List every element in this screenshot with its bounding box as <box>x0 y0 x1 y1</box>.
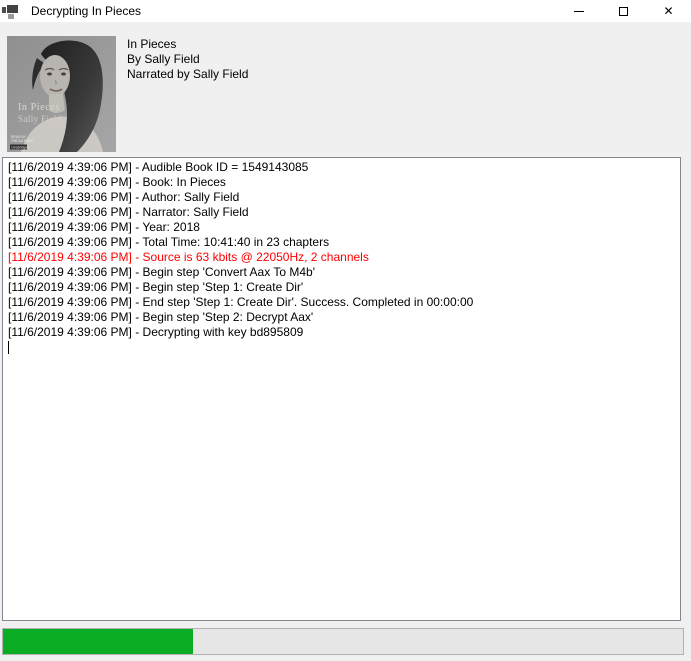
book-author: By Sally Field <box>127 52 248 67</box>
log-line: [11/6/2019 4:39:06 PM] - Narrator: Sally… <box>8 205 676 220</box>
app-icon-square-gray <box>8 14 14 19</box>
cover-badge-line2: THE AUTHOR <box>11 139 33 143</box>
progress-bar-fill <box>3 629 193 654</box>
maximize-icon <box>619 7 628 16</box>
close-button[interactable]: ✕ <box>646 0 691 22</box>
app-icon-square-small <box>2 7 6 13</box>
cover-badge-line3: Unabridged <box>12 146 30 150</box>
log-line: [11/6/2019 4:39:06 PM] - Book: In Pieces <box>8 175 676 190</box>
book-narrator: Narrated by Sally Field <box>127 67 248 82</box>
log-line: [11/6/2019 4:39:06 PM] - Begin step 'Ste… <box>8 280 676 295</box>
app-window: Decrypting In Pieces ✕ <box>0 0 691 661</box>
app-icon <box>2 5 18 20</box>
minimize-button[interactable] <box>556 0 601 22</box>
log-line: [11/6/2019 4:39:06 PM] - Begin step 'Con… <box>8 265 676 280</box>
log-line: [11/6/2019 4:39:06 PM] - Source is 63 kb… <box>8 250 676 265</box>
log-line: [11/6/2019 4:39:06 PM] - Year: 2018 <box>8 220 676 235</box>
log-area[interactable]: [11/6/2019 4:39:06 PM] - Audible Book ID… <box>2 157 681 621</box>
text-caret <box>8 341 9 354</box>
book-info: In Pieces By Sally Field Narrated by Sal… <box>127 37 248 82</box>
minimize-icon <box>574 11 584 12</box>
log-line: [11/6/2019 4:39:06 PM] - Total Time: 10:… <box>8 235 676 250</box>
log-caret-line <box>8 340 676 358</box>
log-line: [11/6/2019 4:39:06 PM] - Author: Sally F… <box>8 190 676 205</box>
log-line: [11/6/2019 4:39:06 PM] - Begin step 'Ste… <box>8 310 676 325</box>
caption-buttons: ✕ <box>556 0 691 22</box>
close-icon: ✕ <box>663 5 673 17</box>
cover-title-text: In Pieces <box>18 102 60 113</box>
maximize-button[interactable] <box>601 0 646 22</box>
log-line: [11/6/2019 4:39:06 PM] - Decrypting with… <box>8 325 676 340</box>
book-title: In Pieces <box>127 37 248 52</box>
progress-bar <box>2 628 684 655</box>
title-bar: Decrypting In Pieces ✕ <box>0 0 691 22</box>
log-line: [11/6/2019 4:39:06 PM] - End step 'Step … <box>8 295 676 310</box>
log-line: [11/6/2019 4:39:06 PM] - Audible Book ID… <box>8 160 676 175</box>
app-icon-square-large <box>7 5 18 13</box>
window-title: Decrypting In Pieces <box>31 3 141 19</box>
cover-author-text: Sally Field <box>18 114 62 124</box>
book-cover-image: In Pieces Sally Field READ BY THE AUTHOR… <box>7 36 116 152</box>
